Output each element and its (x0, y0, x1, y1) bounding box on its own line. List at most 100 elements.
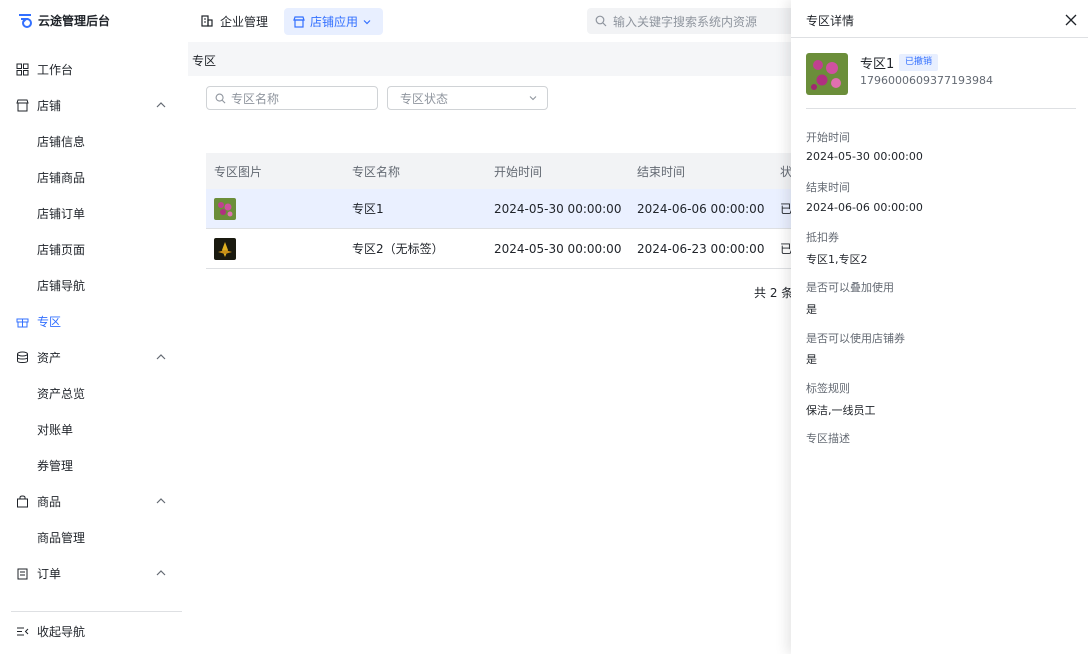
status-badge: 已撤销 (899, 54, 939, 71)
sidebar-label: 订单 (37, 566, 62, 581)
sidebar-label: 券管理 (37, 458, 74, 473)
sidebar-item-shop-goods[interactable]: 店铺商品 (37, 167, 85, 187)
sidebar-item-shop-pages[interactable]: 店铺页面 (37, 239, 85, 259)
sidebar-label: 店铺页面 (37, 242, 86, 257)
gift-icon (16, 318, 29, 327)
table-row[interactable]: 专区1 2024-05-30 00:00:00 2024-06-06 00:00… (206, 189, 806, 229)
field-value: 是 (806, 303, 817, 316)
column-header: 结束时间 (637, 164, 686, 179)
logo-icon (19, 14, 32, 28)
sidebar-item-shop-orders[interactable]: 店铺订单 (37, 203, 85, 223)
sidebar-label: 店铺信息 (37, 134, 86, 149)
zone-thumbnail (214, 237, 236, 260)
store-icon (293, 15, 305, 28)
sidebar-label: 商品 (37, 494, 62, 509)
sidebar: 工作台 店铺 店铺信息 店铺商品 店铺订单 店铺页面 店铺导航 专区 资产 资产… (0, 42, 188, 654)
chevron-up-icon[interactable] (154, 566, 168, 580)
sidebar-item-workbench[interactable]: 工作台 (16, 59, 176, 79)
sidebar-label: 工作台 (37, 62, 74, 77)
sidebar-label: 店铺订单 (37, 206, 86, 221)
topnav-shop-app[interactable]: 店铺应用 (284, 8, 383, 35)
column-header: 开始时间 (494, 164, 543, 179)
sidebar-divider (11, 611, 182, 612)
sidebar-label: 店铺 (37, 98, 62, 113)
clipboard-icon (17, 568, 28, 579)
sidebar-item-goods-manage[interactable]: 商品管理 (37, 527, 85, 547)
topnav-enterprise[interactable]: 企业管理 (196, 8, 272, 34)
topnav-enterprise-label: 企业管理 (220, 14, 269, 29)
sidebar-label: 资产 (37, 350, 62, 365)
field-label: 开始时间 (806, 131, 850, 144)
app-logo[interactable]: 云途管理后台 (16, 11, 110, 29)
chevron-down-icon (363, 19, 371, 24)
sidebar-label: 店铺商品 (37, 170, 86, 185)
drawer-divider (791, 37, 1088, 38)
building-icon (201, 15, 213, 27)
sidebar-item-shop-nav[interactable]: 店铺导航 (37, 275, 85, 295)
cell-end: 2024-06-23 00:00:00 (637, 241, 765, 256)
zone-table: 专区图片 专区名称 开始时间 结束时间 状 专区1 2024-05-30 00:… (206, 153, 806, 269)
table-row[interactable]: 专区2（无标签） 2024-05-30 00:00:00 2024-06-23 … (206, 229, 806, 269)
topnav-shop-app-label: 店铺应用 (310, 15, 359, 29)
sidebar-item-zone[interactable]: 专区 (16, 311, 176, 331)
field-label: 是否可以使用店铺券 (806, 332, 905, 345)
sidebar-item-asset-overview[interactable]: 资产总览 (37, 383, 85, 403)
chevron-up-icon[interactable] (154, 350, 168, 364)
sidebar-item-shop-info[interactable]: 店铺信息 (37, 131, 85, 151)
cell-name: 专区2（无标签） (352, 242, 444, 256)
sidebar-label: 对账单 (37, 422, 74, 437)
sidebar-label: 专区 (37, 314, 62, 329)
sidebar-item-goods[interactable]: 商品 (16, 491, 176, 511)
cell-image (206, 197, 352, 220)
sidebar-label: 店铺导航 (37, 278, 86, 293)
drawer-divider (806, 108, 1076, 109)
collapse-label: 收起导航 (37, 625, 86, 639)
global-search-input[interactable]: 输入关键字搜索系统内资源 (587, 8, 807, 34)
zone-status-filter-select[interactable]: 专区状态 (387, 86, 548, 110)
search-icon (215, 93, 226, 103)
shop-icon (16, 99, 29, 111)
collapse-nav-button[interactable]: 收起导航 (16, 623, 85, 640)
column-header: 专区图片 (214, 164, 263, 179)
field-label: 是否可以叠加使用 (806, 281, 894, 294)
search-icon (595, 15, 607, 27)
zone-detail-drawer: 专区详情 专区1 已撤销 1796000609377193984 开始时间 20… (791, 0, 1088, 654)
filter-placeholder: 专区状态 (400, 91, 449, 106)
field-label: 抵扣券 (806, 231, 839, 244)
close-icon[interactable] (1064, 13, 1078, 27)
sidebar-item-assets[interactable]: 资产 (16, 347, 176, 367)
cell-start: 2024-05-30 00:00:00 (494, 201, 622, 216)
sidebar-item-coupons[interactable]: 券管理 (37, 455, 73, 475)
grid-icon (16, 63, 29, 75)
field-value: 2024-06-06 00:00:00 (806, 201, 923, 214)
sidebar-label: 资产总览 (37, 386, 86, 401)
cell-name: 专区1 (352, 202, 384, 216)
field-value: 专区1,专区2 (806, 253, 868, 266)
table-header: 专区图片 专区名称 开始时间 结束时间 状 (206, 153, 806, 189)
chevron-up-icon[interactable] (154, 494, 168, 508)
field-label: 专区描述 (806, 432, 850, 445)
zone-avatar (806, 53, 848, 95)
field-label: 标签规则 (806, 382, 850, 395)
sidebar-item-orders[interactable]: 订单 (16, 563, 176, 583)
app-title: 云途管理后台 (38, 13, 111, 28)
cell-end: 2024-06-06 00:00:00 (637, 201, 765, 216)
search-placeholder: 输入关键字搜索系统内资源 (613, 14, 758, 29)
field-value: 2024-05-30 00:00:00 (806, 150, 923, 163)
field-label: 结束时间 (806, 181, 850, 194)
filter-placeholder: 专区名称 (231, 91, 280, 106)
cell-image (206, 237, 352, 260)
zone-name-filter-input[interactable]: 专区名称 (206, 86, 378, 110)
sidebar-label: 商品管理 (37, 530, 86, 545)
sidebar-item-statement[interactable]: 对账单 (37, 419, 73, 439)
breadcrumb: 专区 (192, 54, 217, 68)
field-value: 保洁,一线员工 (806, 404, 876, 417)
chevron-down-icon (529, 96, 537, 101)
cell-start: 2024-05-30 00:00:00 (494, 241, 622, 256)
zone-name: 专区1 (860, 57, 895, 72)
database-icon (17, 351, 28, 363)
chevron-up-icon[interactable] (154, 98, 168, 112)
collapse-icon (17, 627, 29, 636)
column-header: 专区名称 (352, 164, 401, 179)
sidebar-item-shop[interactable]: 店铺 (16, 95, 176, 115)
